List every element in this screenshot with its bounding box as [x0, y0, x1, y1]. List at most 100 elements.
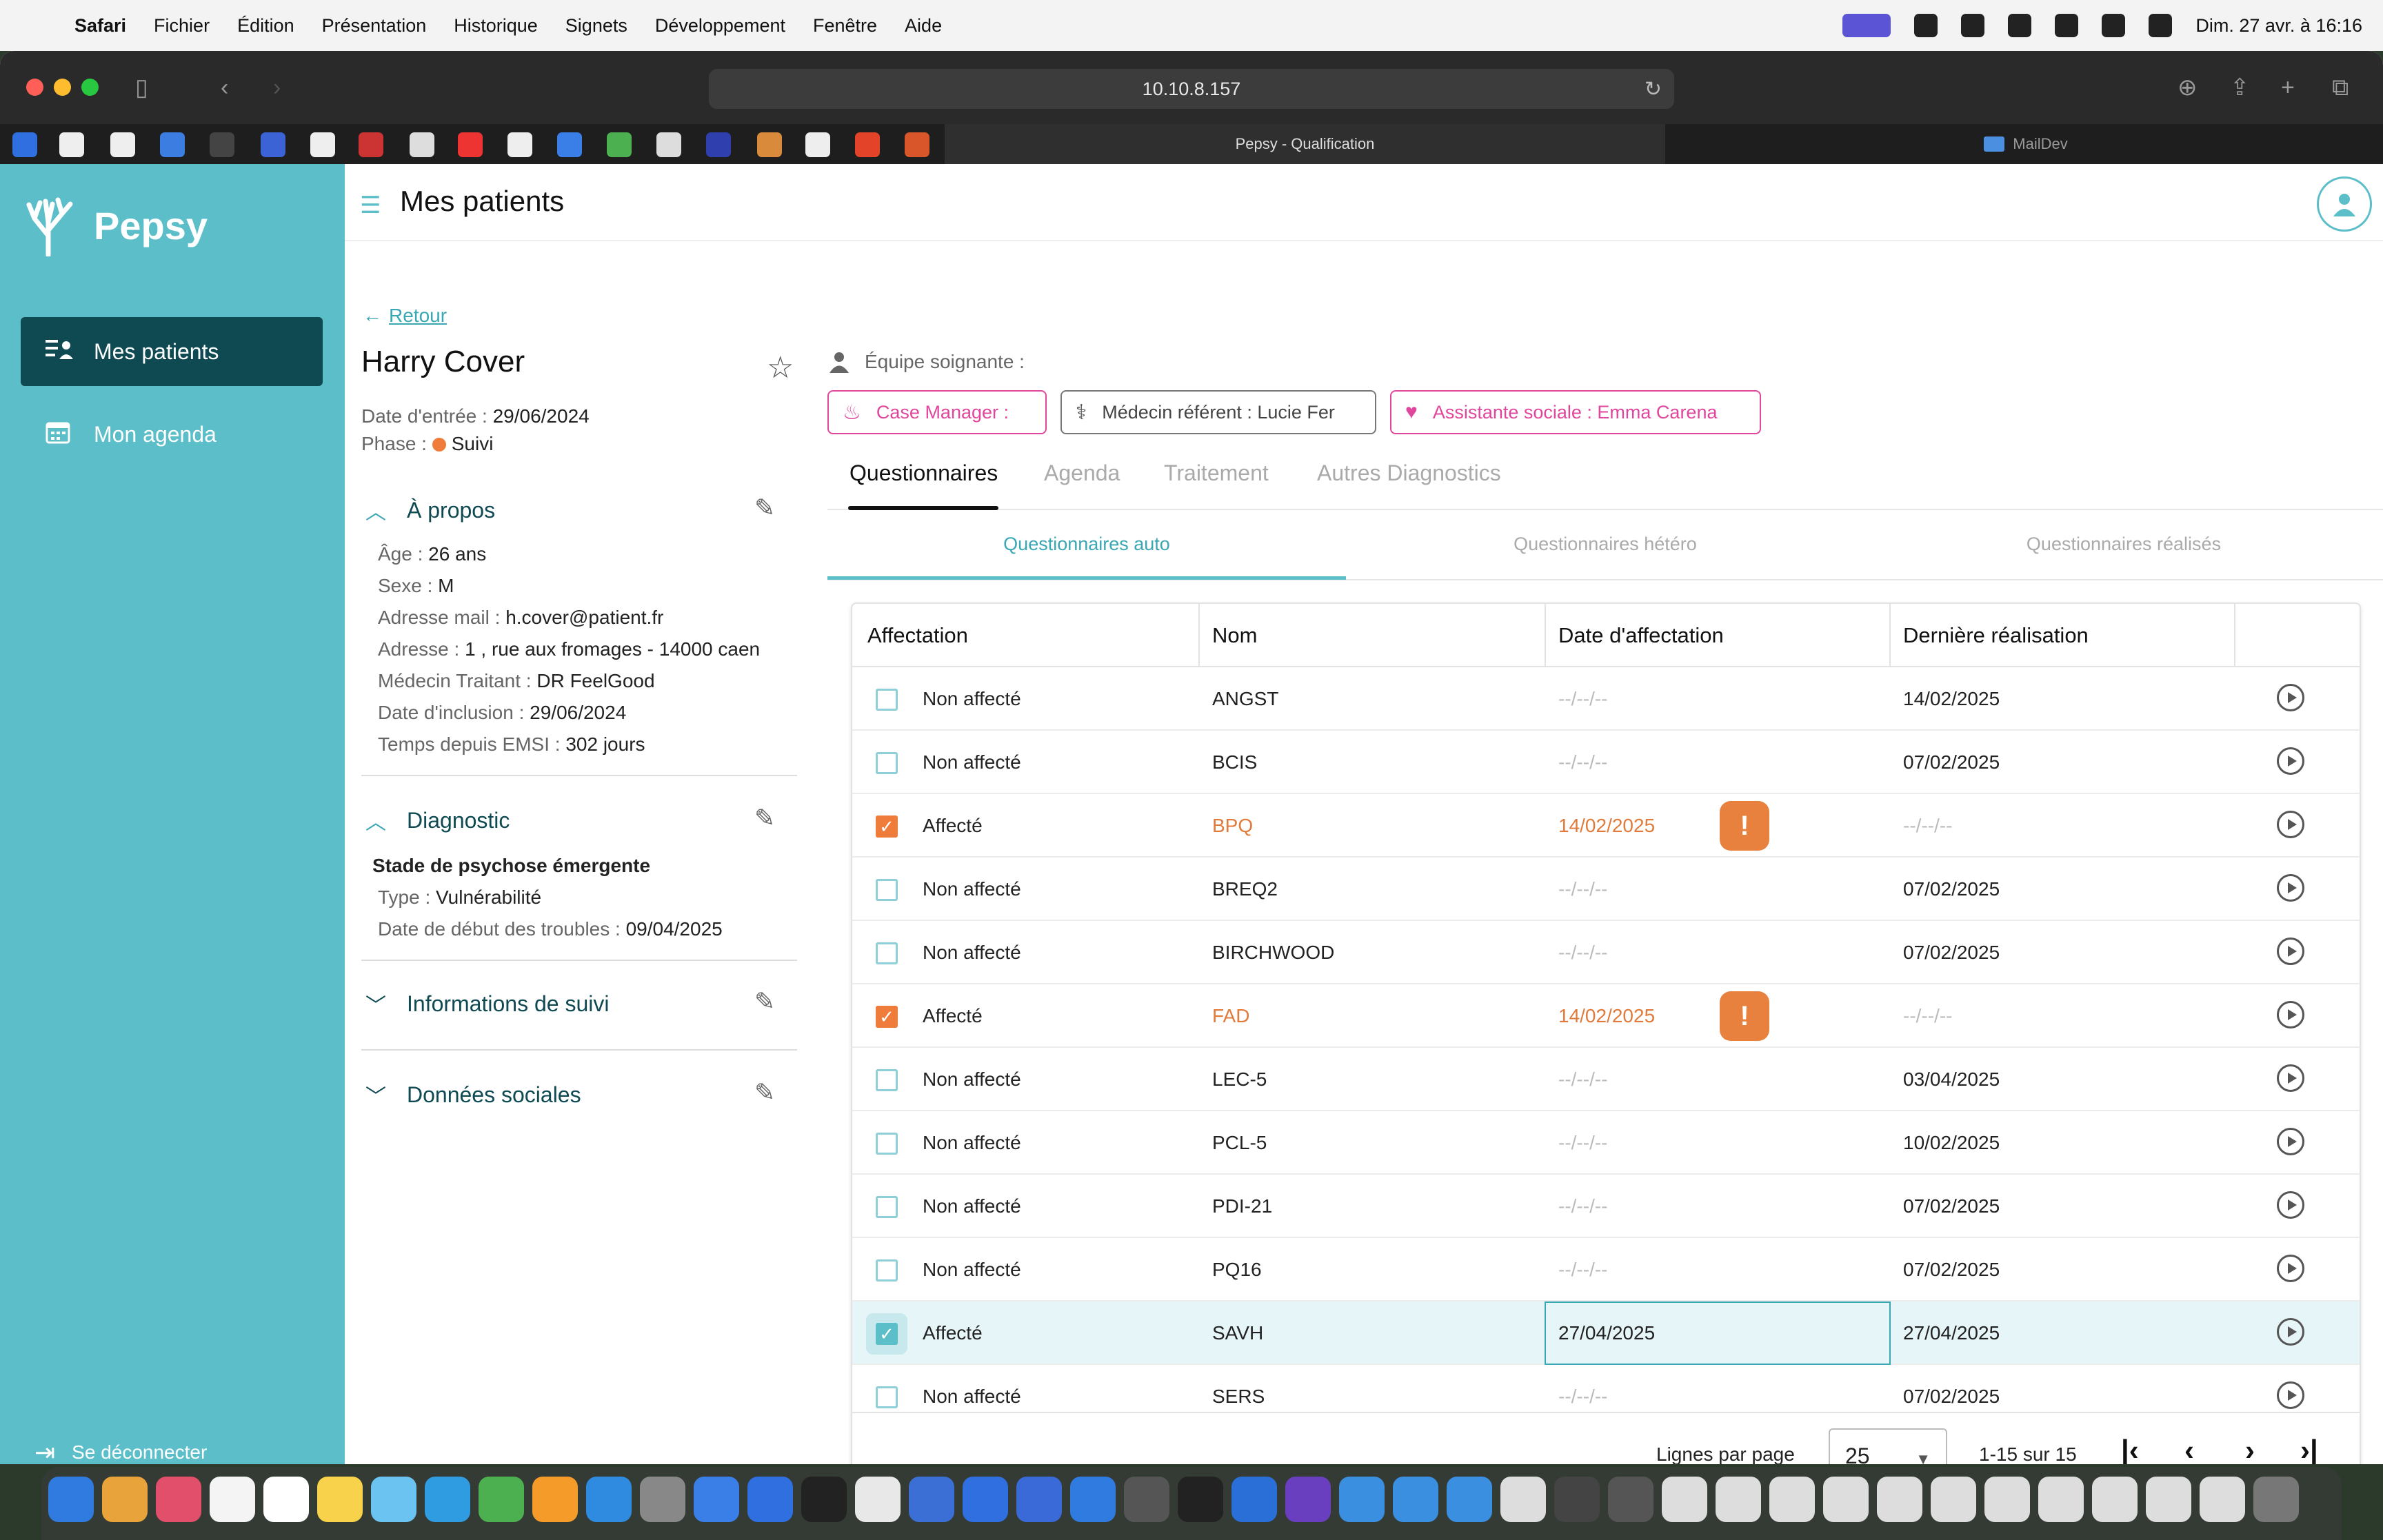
next-page-icon[interactable]: › — [2245, 1434, 2255, 1464]
dock-app-icon[interactable] — [1823, 1477, 1869, 1522]
back-arrow-icon[interactable]: ‹ — [221, 76, 228, 99]
tab-overview-icon[interactable]: ⧉ — [2332, 76, 2349, 99]
assignment-date[interactable]: 14/02/2025 — [1558, 1005, 1655, 1027]
column-header-affectation[interactable]: Affectation — [867, 623, 968, 648]
assign-checkbox[interactable] — [876, 1386, 898, 1408]
status-menu-icon[interactable] — [1842, 14, 1891, 37]
bluetooth-icon[interactable] — [1961, 14, 1985, 37]
tab-pepsy[interactable]: Pepsy - Qualification — [945, 124, 1665, 164]
case-manager-chip[interactable]: ♨ Case Manager : — [827, 390, 1047, 434]
dock-app-icon[interactable] — [586, 1477, 632, 1522]
dock-app-icon[interactable] — [532, 1477, 578, 1522]
section-about-toggle[interactable]: ︿ À propos — [365, 495, 495, 525]
dock-app-icon[interactable] — [1608, 1477, 1653, 1522]
dock-app-icon[interactable] — [1931, 1477, 1976, 1522]
gmail-icon[interactable] — [805, 132, 830, 157]
favorite-icon[interactable] — [261, 132, 285, 157]
dock-app-icon[interactable] — [479, 1477, 524, 1522]
assignment-date[interactable]: 14/02/2025 — [1558, 815, 1655, 837]
referent-doctor-chip[interactable]: ⚕ Médecin référent : Lucie Fer — [1060, 390, 1376, 434]
play-circle-icon[interactable] — [2277, 1128, 2304, 1155]
edit-social-icon[interactable]: ✎ — [754, 1078, 775, 1107]
new-tab-icon[interactable]: + — [2281, 76, 2295, 99]
dock-app-icon[interactable] — [963, 1477, 1008, 1522]
tab-maildev[interactable]: MailDev — [1669, 124, 2383, 164]
gemini-icon[interactable] — [706, 132, 731, 157]
dock-app-icon[interactable] — [2092, 1477, 2138, 1522]
dock-app-icon[interactable] — [48, 1477, 94, 1522]
dock-app-icon[interactable] — [371, 1477, 416, 1522]
section-social-toggle[interactable]: ﹀ Données sociales — [365, 1080, 581, 1110]
dock-app-icon[interactable] — [1231, 1477, 1277, 1522]
github-icon[interactable] — [110, 132, 135, 157]
dock-app-icon[interactable] — [1339, 1477, 1385, 1522]
menu-item-presentation[interactable]: Présentation — [322, 15, 427, 37]
previous-page-icon[interactable]: ‹ — [2184, 1434, 2194, 1464]
assignment-date[interactable]: 27/04/2025 — [1558, 1322, 1655, 1344]
tab-autres-diagnostics[interactable]: Autres Diagnostics — [1317, 460, 1501, 486]
openai-icon[interactable] — [656, 132, 681, 157]
dock-app-icon[interactable] — [1554, 1477, 1600, 1522]
table-row[interactable]: ✓ Affecté FAD 14/02/2025! --/--/-- — [852, 984, 2360, 1048]
favorite-icon[interactable] — [607, 132, 632, 157]
pending-alert-icon[interactable]: ! — [1720, 801, 1769, 851]
table-row[interactable]: Non affecté PQ16 --/--/-- 07/02/2025 — [852, 1238, 2360, 1301]
docker-icon[interactable] — [160, 132, 185, 157]
favorite-star-icon[interactable]: ☆ — [767, 350, 794, 385]
search-icon[interactable] — [2102, 14, 2126, 37]
play-circle-icon[interactable] — [2277, 874, 2304, 902]
table-row[interactable]: Non affecté BREQ2 --/--/-- 07/02/2025 — [852, 858, 2360, 921]
play-circle-icon[interactable] — [2277, 1381, 2304, 1409]
claude-icon[interactable] — [757, 132, 782, 157]
subtab-questionnaires-hetero[interactable]: Questionnaires hétéro — [1346, 534, 1864, 555]
dock-app-icon[interactable] — [1393, 1477, 1438, 1522]
assign-checkbox[interactable]: ✓ — [876, 1006, 898, 1028]
table-row[interactable]: ✓ Affecté BPQ 14/02/2025! --/--/-- — [852, 794, 2360, 858]
menu-app-name[interactable]: Safari — [74, 15, 126, 37]
grammarly-icon[interactable] — [1914, 14, 1938, 37]
dock-app-icon[interactable] — [855, 1477, 901, 1522]
sidebar-item-mes-patients[interactable]: Mes patients — [21, 317, 323, 386]
zoom-window-button[interactable] — [81, 79, 99, 96]
subtab-questionnaires-realises[interactable]: Questionnaires réalisés — [1864, 534, 2383, 555]
dock-app-icon[interactable] — [425, 1477, 470, 1522]
logout-button[interactable]: ⇥ Se déconnecter — [34, 1438, 207, 1464]
subtab-questionnaires-auto[interactable]: Questionnaires auto — [827, 534, 1346, 555]
menubar-clock[interactable]: Dim. 27 avr. à 16:16 — [2195, 15, 2362, 37]
dock-app-icon[interactable] — [747, 1477, 793, 1522]
table-row[interactable]: Non affecté PCL-5 --/--/-- 10/02/2025 — [852, 1111, 2360, 1175]
dock-app-icon[interactable] — [1016, 1477, 1062, 1522]
assign-checkbox[interactable] — [876, 879, 898, 901]
apple-icon[interactable] — [507, 132, 532, 157]
dock-app-icon[interactable] — [1070, 1477, 1116, 1522]
favorite-icon[interactable] — [12, 132, 37, 157]
menu-item-signets[interactable]: Signets — [565, 15, 627, 37]
table-row[interactable]: Non affecté BCIS --/--/-- 07/02/2025 — [852, 731, 2360, 794]
play-circle-icon[interactable] — [2277, 1064, 2304, 1092]
first-page-icon[interactable]: |‹ — [2121, 1434, 2139, 1464]
sidebar-item-mon-agenda[interactable]: Mon agenda — [21, 400, 323, 469]
assign-checkbox[interactable] — [876, 752, 898, 774]
assign-checkbox[interactable]: ✓ — [876, 815, 898, 838]
play-circle-icon[interactable] — [2277, 1001, 2304, 1029]
favorite-icon[interactable] — [458, 132, 483, 157]
play-circle-icon[interactable] — [2277, 1191, 2304, 1219]
brand-logo[interactable]: Pepsy — [21, 194, 208, 256]
dock-app-icon[interactable] — [1769, 1477, 1815, 1522]
menu-item-edition[interactable]: Édition — [237, 15, 294, 37]
dock-app-icon[interactable] — [1124, 1477, 1169, 1522]
tab-agenda[interactable]: Agenda — [1044, 460, 1120, 486]
edit-followup-icon[interactable]: ✎ — [754, 987, 775, 1016]
rows-per-page-select[interactable]: 25 ▼ — [1829, 1428, 1947, 1464]
dock-app-icon[interactable] — [263, 1477, 309, 1522]
edit-diagnostic-icon[interactable]: ✎ — [754, 804, 775, 833]
table-row[interactable]: Non affecté LEC-5 --/--/-- 03/04/2025 — [852, 1048, 2360, 1111]
menu-item-aide[interactable]: Aide — [905, 15, 942, 37]
favorite-icon[interactable] — [359, 132, 383, 157]
play-circle-icon[interactable] — [2277, 811, 2304, 838]
assign-checkbox[interactable] — [876, 1196, 898, 1218]
address-bar[interactable]: 10.10.8.157 ↻ — [709, 69, 1674, 109]
edit-about-icon[interactable]: ✎ — [754, 494, 775, 523]
play-circle-icon[interactable] — [2277, 747, 2304, 775]
dock-app-icon[interactable] — [1716, 1477, 1761, 1522]
